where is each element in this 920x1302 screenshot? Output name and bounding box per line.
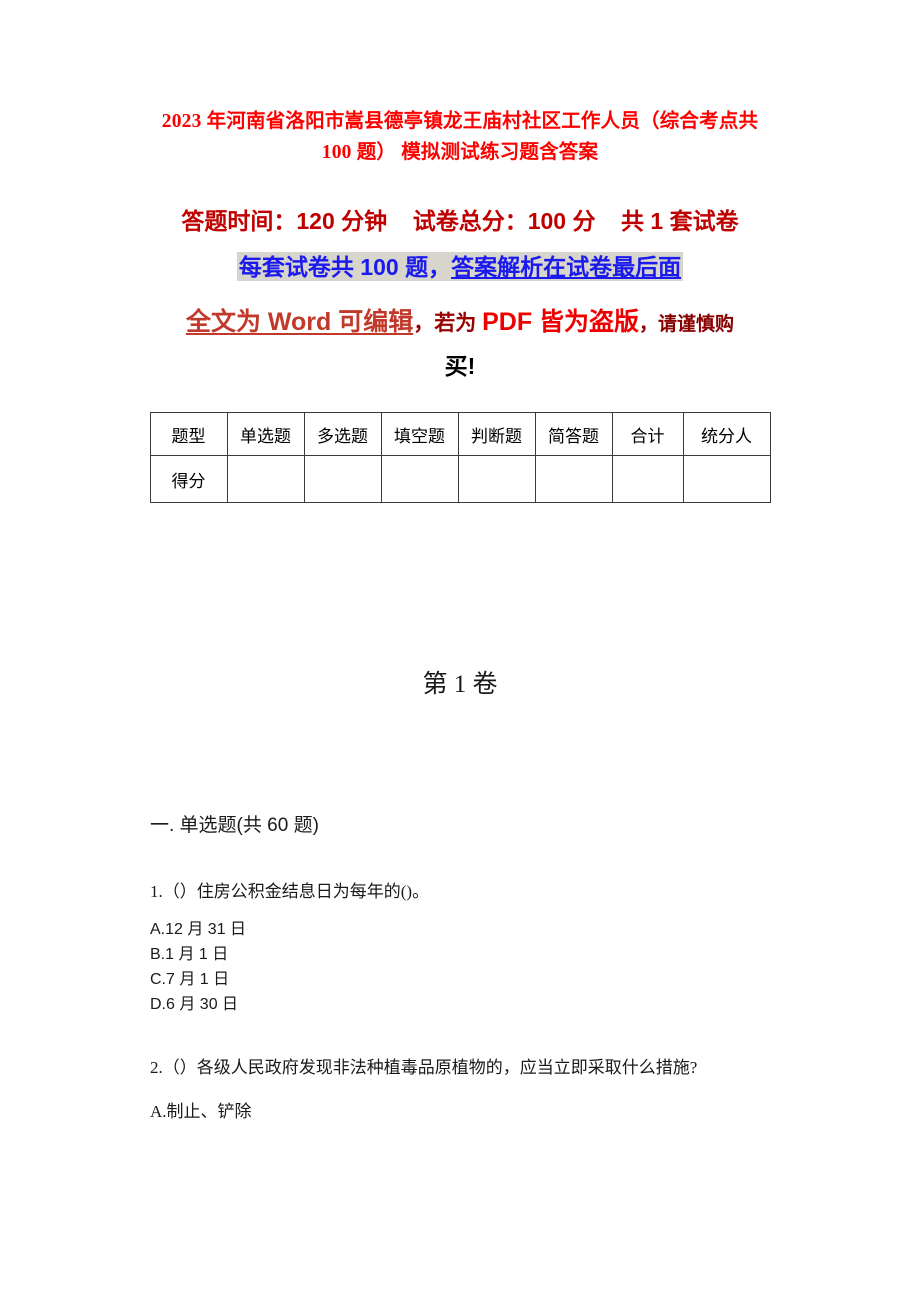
answer-notice-part-1: 每套试卷共 100 题， [238, 254, 452, 280]
table-row-header: 题型 单选题 多选题 填空题 判断题 简答题 合计 统分人 [149, 412, 771, 456]
page-title: 2023 年河南省洛阳市嵩县德亭镇龙王庙村社区工作人员（综合考点共 100 题）… [150, 0, 770, 168]
question-1-option-b[interactable]: B.1 月 1 日 [150, 942, 770, 967]
question-1-text: 1.（）住房公积金结息日为每年的()。 [150, 882, 430, 901]
answer-notice-row: 每套试卷共 100 题，答案解析在试卷最后面 [150, 238, 770, 290]
question-1-option-c[interactable]: C.7 月 1 日 [150, 967, 770, 992]
document-page: 2023 年河南省洛阳市嵩县德亭镇龙王庙村社区工作人员（综合考点共 100 题）… [0, 0, 920, 1302]
table-header-cell-multi-choice: 多选题 [303, 412, 382, 456]
table-cell-score-single-choice[interactable] [226, 455, 305, 503]
warning-purchase-caution: ，请谨慎购 [639, 314, 735, 335]
question-1-option-a[interactable]: A.12 月 31 日 [150, 917, 770, 942]
table-cell-score-label: 得分 [149, 455, 228, 503]
table-header-cell-single-choice: 单选题 [226, 412, 305, 456]
question-1-options: A.12 月 31 日 B.1 月 1 日 C.7 月 1 日 D.6 月 30… [150, 905, 770, 1017]
table-header-cell-scorer: 统分人 [682, 412, 771, 456]
question-2-option-a[interactable]: A.制止、铲除 [150, 1081, 770, 1125]
table-row-score: 得分 [149, 455, 771, 503]
warning-pdf-piracy: PDF 皆为盗版 [482, 308, 640, 336]
question-2-text: 2.（）各级人民政府发现非法种植毒品原植物的，应当立即采取什么措施? [150, 1058, 698, 1077]
warning-word-editable: 全文为 Word 可编辑 [185, 308, 414, 336]
score-table-container: 题型 单选题 多选题 填空题 判断题 简答题 合计 统分人 得分 [149, 386, 771, 503]
warning-conjunction: ，若为 [413, 312, 483, 335]
page-title-line-2: 模拟测试练习题含答案 [401, 142, 599, 163]
table-header-cell-type: 题型 [149, 412, 228, 456]
table-header-cell-short-answer: 简答题 [534, 412, 613, 456]
table-header-cell-true-false: 判断题 [457, 412, 536, 456]
table-cell-score-scorer[interactable] [682, 455, 771, 503]
question-2-options: A.制止、铲除 [150, 1081, 770, 1125]
table-header-cell-total: 合计 [611, 412, 684, 456]
answer-notice-part-2: 答案解析在试卷最后面 [451, 254, 682, 280]
table-cell-score-total[interactable] [611, 455, 684, 503]
warning-purchase-end: 买! [444, 353, 476, 379]
exam-info-line: 答题时间：120 分钟 试卷总分：100 分 共 1 套试卷 [181, 208, 739, 234]
question-1-option-d[interactable]: D.6 月 30 日 [150, 992, 770, 1017]
copyright-warning-line: 全文为 Word 可编辑，若为 PDF 皆为盗版，请谨慎购 买! [150, 290, 770, 386]
section-heading-single-choice: 一. 单选题(共 60 题) [150, 815, 319, 836]
table-header-cell-fill-blank: 填空题 [380, 412, 459, 456]
table-cell-score-fill-blank[interactable] [380, 455, 459, 503]
table-cell-score-multi-choice[interactable] [303, 455, 382, 503]
score-table: 题型 单选题 多选题 填空题 判断题 简答题 合计 统分人 得分 [149, 412, 771, 503]
table-cell-score-true-false[interactable] [457, 455, 536, 503]
answer-notice-highlight: 每套试卷共 100 题，答案解析在试卷最后面 [236, 252, 684, 281]
table-cell-score-short-answer[interactable] [534, 455, 613, 503]
volume-heading: 第 1 卷 [422, 671, 498, 698]
